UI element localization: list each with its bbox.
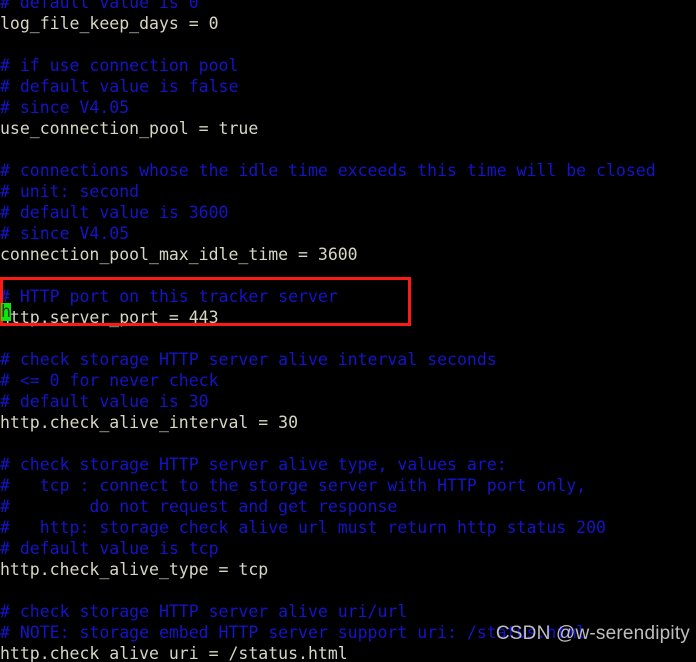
- config-line: http.check_alive_uri = /status.html: [0, 644, 348, 662]
- comment-line: # <= 0 for never check: [0, 371, 219, 390]
- comment-line: # since V4.05: [0, 224, 130, 243]
- config-line: http.check_alive_type = tcp: [0, 560, 269, 579]
- comment-line: # tcp : connect to the storge server wit…: [0, 476, 587, 495]
- cursor-character: h: [1, 302, 11, 321]
- comment-line: # default value is false: [0, 77, 239, 96]
- comment-line: # unit: second: [0, 182, 140, 201]
- comment-line: # if use connection pool: [0, 56, 239, 75]
- comment-line: # connections whose the idle time exceed…: [0, 161, 656, 180]
- comment-line: # default value is 30: [0, 392, 209, 411]
- config-file-text[interactable]: # default value is 0 log_file_keep_days =…: [0, 0, 696, 662]
- comment-line: # do not request and get response: [0, 497, 398, 516]
- config-line: connection_pool_max_idle_time = 3600: [0, 245, 358, 264]
- comment-line: # default value is 0: [0, 0, 199, 12]
- config-line: use_connection_pool = true: [0, 119, 259, 138]
- comment-line: # check storage HTTP server alive type, …: [0, 455, 507, 474]
- config-line: http.check_alive_interval = 30: [0, 413, 299, 432]
- comment-line: # HTTP port on this tracker server: [0, 287, 338, 306]
- config-line: log_file_keep_days = 0: [0, 14, 219, 33]
- config-line: http.server_port = 443: [0, 308, 219, 327]
- comment-line: # check storage HTTP server alive interv…: [0, 350, 497, 369]
- comment-line: # default value is 3600: [0, 203, 229, 222]
- csdn-watermark: CSDN @w-serendipity: [495, 623, 690, 644]
- terminal-window[interactable]: # default value is 0 log_file_keep_days =…: [0, 0, 696, 662]
- comment-line: # http: storage check alive url must ret…: [0, 518, 606, 537]
- comment-line: # default value is tcp: [0, 539, 219, 558]
- comment-line: # check storage HTTP server alive uri/ur…: [0, 602, 408, 621]
- comment-line: # since V4.05: [0, 98, 130, 117]
